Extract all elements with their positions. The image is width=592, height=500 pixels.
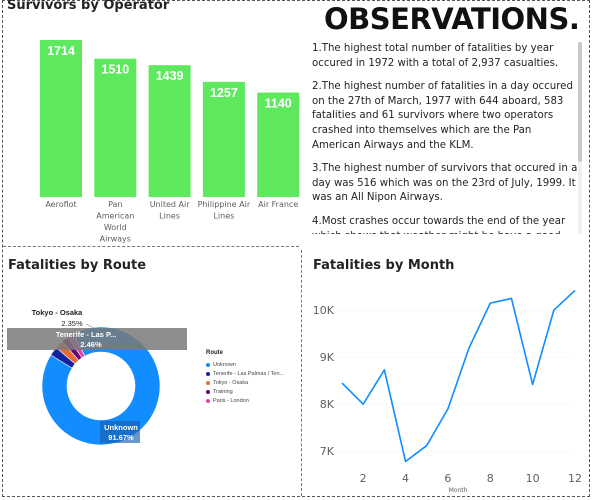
y-tick-label: 9K (320, 351, 335, 364)
x-tick-label: 4 (402, 472, 409, 485)
x-tick-label: 6 (444, 472, 451, 485)
x-tick-label: 8 (487, 472, 494, 485)
x-tick-label: 2 (360, 472, 367, 485)
x-axis-title: Month (449, 487, 468, 494)
month-series-line[interactable] (341, 289, 576, 463)
month-line-chart: 7K 8K 9K 10K 2 4 6 8 10 12 Month (313, 289, 582, 494)
x-tick-label: 12 (568, 472, 582, 485)
y-tick-label: 10K (313, 304, 335, 317)
y-tick-label: 8K (320, 398, 335, 411)
y-tick-label: 7K (320, 445, 335, 458)
x-tick-label: 10 (526, 472, 540, 485)
